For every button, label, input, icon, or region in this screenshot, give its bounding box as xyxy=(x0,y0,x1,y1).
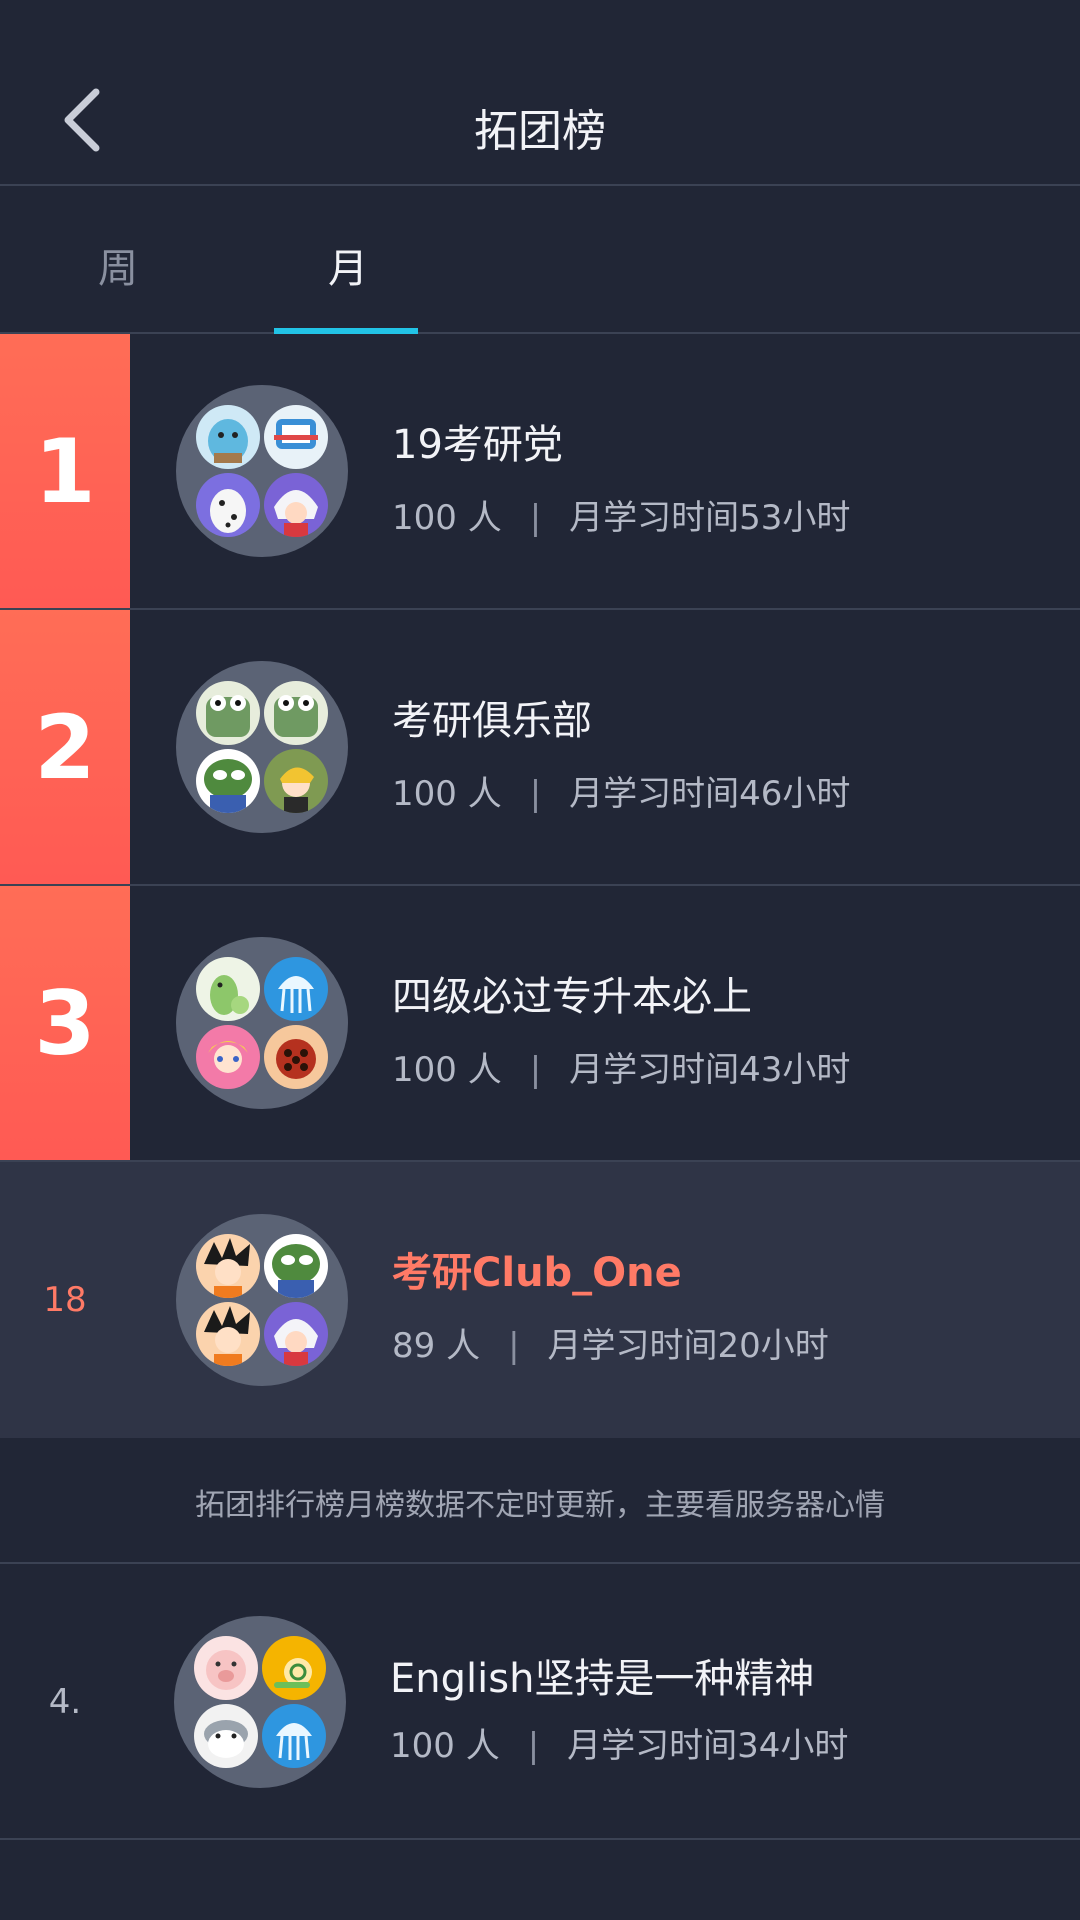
ladybug-avatar xyxy=(264,1025,328,1089)
study-time: 月学习时间43小时 xyxy=(569,1050,851,1090)
group-meta: 100 人 | 月学习时间34小时 xyxy=(390,1718,848,1767)
green-dinosaur-avatar xyxy=(196,957,260,1021)
pepe-frog-avatar xyxy=(264,1234,328,1298)
hamster-avatar xyxy=(194,1704,258,1768)
group-name: 考研Club_One xyxy=(392,1250,682,1296)
group-name: 四级必过专升本必上 xyxy=(392,974,752,1020)
ranking-row-1[interactable]: 1 19考研党 100 人 | 月学习时间53小时 xyxy=(0,334,1080,610)
group-meta: 100 人 | 月学习时间43小时 xyxy=(392,1042,850,1091)
update-notice: 拓团排行榜月榜数据不定时更新，主要看服务器心情 xyxy=(0,1442,1080,1564)
ranking-row-2[interactable]: 2 考研俱乐部 100 人 | 月学习时间46小时 xyxy=(0,610,1080,886)
study-time: 月学习时间34小时 xyxy=(567,1726,849,1766)
jellyfish-avatar xyxy=(264,957,328,1021)
goku-avatar xyxy=(196,1302,260,1366)
nav-header: 拓团榜 xyxy=(0,0,1080,186)
group-name: English坚持是一种精神 xyxy=(390,1656,815,1702)
snail-avatar xyxy=(262,1636,326,1700)
meta-separator: | xyxy=(529,498,542,538)
member-count: 100 人 xyxy=(392,774,502,814)
page-title: 拓团榜 xyxy=(474,106,606,157)
meta-separator: | xyxy=(508,1326,520,1366)
green-frog-avatar xyxy=(196,681,260,745)
rank-badge: 2 xyxy=(0,610,130,884)
meta-separator: | xyxy=(527,1726,540,1766)
member-count: 89 人 xyxy=(392,1326,481,1366)
tab-week[interactable]: 周 xyxy=(48,236,188,294)
blonde-boy-avatar xyxy=(264,749,328,813)
rank-badge: 1 xyxy=(0,334,130,608)
group-meta: 89 人 | 月学习时间20小时 xyxy=(392,1318,829,1367)
dalmatian-avatar xyxy=(196,473,260,537)
group-avatar xyxy=(176,385,348,557)
robot-cat-avatar xyxy=(264,405,328,469)
study-time: 月学习时间20小时 xyxy=(547,1326,829,1366)
group-meta: 100 人 | 月学习时间46小时 xyxy=(392,766,850,815)
my-group-row[interactable]: 18 考研Club_One 89 人 | 月学习时间20小时 xyxy=(0,1162,1080,1438)
group-meta: 100 人 | 月学习时间53小时 xyxy=(392,490,850,539)
period-tabs: 周 月 xyxy=(0,186,1080,334)
group-name: 考研俱乐部 xyxy=(392,698,592,744)
group-avatar xyxy=(176,661,348,833)
tab-month[interactable]: 月 xyxy=(278,236,418,294)
jellyfish-avatar xyxy=(262,1704,326,1768)
blue-monster-avatar xyxy=(196,405,260,469)
member-count: 100 人 xyxy=(392,498,502,538)
ranking-row-4[interactable]: 4. English坚持是一种精神 100 人 | 月学习时间34小时 xyxy=(0,1566,1080,1838)
group-name: 19考研党 xyxy=(392,422,563,468)
white-haired-boy-avatar xyxy=(264,473,328,537)
rank-number: 18 xyxy=(43,1280,87,1320)
divider xyxy=(0,1838,1080,1840)
member-count: 100 人 xyxy=(392,1050,502,1090)
white-haired-boy-avatar xyxy=(264,1302,328,1366)
ranking-row-3[interactable]: 3 四级必过专升本必上 100 人 | 月学习时间43小时 xyxy=(0,886,1080,1162)
group-avatar xyxy=(174,1616,346,1788)
study-time: 月学习时间53小时 xyxy=(569,498,851,538)
pepe-frog-avatar xyxy=(196,749,260,813)
pink-pig-avatar xyxy=(194,1636,258,1700)
rank-badge: 3 xyxy=(0,886,130,1160)
green-frog-avatar xyxy=(264,681,328,745)
sailor-girl-avatar xyxy=(196,1025,260,1089)
study-time: 月学习时间46小时 xyxy=(569,774,851,814)
meta-separator: | xyxy=(529,774,542,814)
rank-number: 4. xyxy=(48,1682,82,1722)
group-avatar xyxy=(176,937,348,1109)
group-avatar xyxy=(176,1214,348,1386)
goku-avatar xyxy=(196,1234,260,1298)
meta-separator: | xyxy=(529,1050,542,1090)
member-count: 100 人 xyxy=(390,1726,500,1766)
